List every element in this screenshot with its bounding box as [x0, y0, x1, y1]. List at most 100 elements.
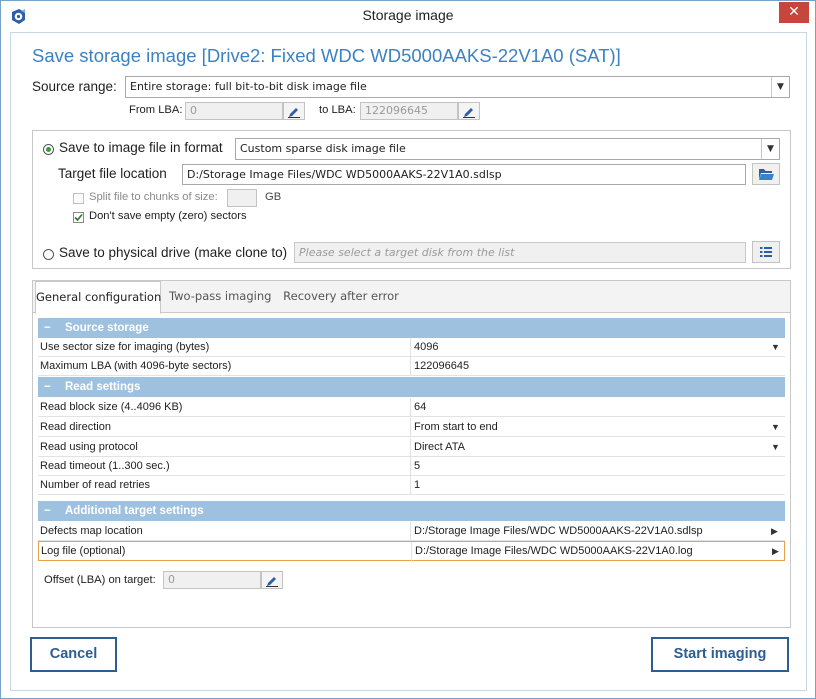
column-divider [410, 357, 411, 376]
split-file-label: Split file to chunks of size: [89, 191, 218, 203]
target-file-input[interactable]: D:/Storage Image Files/WDC WD5000AAKS-22… [182, 164, 746, 185]
to-lba-edit-button[interactable] [458, 102, 480, 120]
row-key: Read timeout (1..300 sec.) [40, 460, 170, 472]
target-disk-input[interactable]: Please select a target disk from the lis… [294, 242, 746, 263]
column-divider [410, 522, 411, 541]
to-lba-input[interactable]: 122096645 [360, 102, 458, 120]
row-value[interactable]: 64 [414, 398, 426, 416]
source-range-value: Entire storage: full bit-to-bit disk ima… [130, 80, 367, 93]
row-value[interactable]: 1 [414, 476, 420, 494]
column-divider [410, 418, 411, 437]
window-title: Storage image [362, 7, 454, 23]
start-imaging-button[interactable]: Start imaging [651, 637, 789, 672]
grid-row-defects-map[interactable]: Defects map location D:/Storage Image Fi… [38, 522, 785, 541]
storage-image-window: Storage image ✕ Save storage image [Driv… [0, 0, 816, 699]
column-divider [410, 457, 411, 476]
settings-tab-panel: General configuration Two-pass imaging R… [32, 280, 791, 628]
grid-row-read-protocol[interactable]: Read using protocol Direct ATA ▼ [38, 438, 785, 457]
collapse-icon[interactable]: − [44, 377, 51, 397]
offset-label: Offset (LBA) on target: [44, 574, 156, 586]
save-to-drive-label: Save to physical drive (make clone to) [59, 245, 288, 260]
grid-row-maximum-lba[interactable]: Maximum LBA (with 4096-byte sectors) 122… [38, 357, 785, 376]
to-lba-label: to LBA: [319, 104, 356, 116]
grid-row-read-timeout[interactable]: Read timeout (1..300 sec.) 5 [38, 457, 785, 476]
image-format-dropdown[interactable]: Custom sparse disk image file ▼ [235, 138, 780, 160]
column-divider [410, 438, 411, 457]
page-title: Save storage image [Drive2: Fixed WDC WD… [32, 45, 621, 66]
section-source-storage[interactable]: − Source storage [38, 318, 785, 338]
tab-general-configuration[interactable]: General configuration [35, 281, 161, 314]
source-range-dropdown[interactable]: Entire storage: full bit-to-bit disk ima… [125, 76, 790, 98]
pencil-icon [463, 108, 475, 118]
checkmark-icon [74, 213, 83, 222]
row-value[interactable]: D:/Storage Image Files/WDC WD5000AAKS-22… [415, 542, 693, 560]
arrow-right-icon[interactable]: ▶ [771, 522, 778, 540]
collapse-icon[interactable]: − [44, 501, 51, 521]
disk-list-button[interactable] [752, 241, 780, 263]
grid-row-sector-size[interactable]: Use sector size for imaging (bytes) 4096… [38, 338, 785, 357]
chevron-down-icon[interactable]: ▼ [771, 438, 780, 456]
column-divider [410, 338, 411, 357]
save-options-group: Save to image file in format Custom spar… [32, 130, 791, 269]
column-divider [411, 542, 412, 561]
column-divider [410, 398, 411, 417]
save-to-file-radio[interactable] [43, 144, 54, 155]
save-to-file-label: Save to image file in format [59, 140, 223, 155]
chevron-down-icon[interactable]: ▼ [771, 77, 789, 97]
close-button[interactable]: ✕ [779, 2, 809, 23]
dialog-content: Save storage image [Drive2: Fixed WDC WD… [10, 32, 807, 691]
offset-edit-button[interactable] [261, 571, 283, 589]
grid-row-read-direction[interactable]: Read direction From start to end ▼ [38, 418, 785, 437]
tab-bar: General configuration Two-pass imaging R… [33, 281, 790, 314]
section-title: Additional target settings [65, 505, 204, 517]
section-additional-target-settings[interactable]: − Additional target settings [38, 501, 785, 521]
save-to-drive-radio[interactable] [43, 249, 54, 260]
row-key: Read using protocol [40, 441, 138, 453]
dont-save-empty-label: Don't save empty (zero) sectors [89, 210, 247, 222]
offset-input[interactable]: 0 [163, 571, 261, 589]
grid-row-read-retries[interactable]: Number of read retries 1 [38, 476, 785, 495]
pencil-icon [288, 108, 300, 118]
section-title: Read settings [65, 381, 141, 393]
image-format-value: Custom sparse disk image file [240, 142, 406, 155]
chevron-down-icon[interactable]: ▼ [761, 139, 779, 159]
row-value[interactable]: 5 [414, 457, 420, 475]
row-value[interactable]: D:/Storage Image Files/WDC WD5000AAKS-22… [414, 522, 703, 540]
grid-row-log-file[interactable]: Log file (optional) D:/Storage Image Fil… [38, 541, 785, 561]
column-divider [410, 476, 411, 495]
folder-open-icon [759, 169, 774, 180]
from-lba-input[interactable]: 0 [185, 102, 283, 120]
from-lba-edit-button[interactable] [283, 102, 305, 120]
row-key: Read block size (4..4096 KB) [40, 401, 183, 413]
row-value[interactable]: 4096 [414, 338, 438, 356]
row-key: Number of read retries [40, 479, 151, 491]
from-lba-label: From LBA: [129, 104, 183, 116]
split-unit-label: GB [265, 191, 282, 203]
row-key: Use sector size for imaging (bytes) [40, 341, 210, 353]
chevron-down-icon[interactable]: ▼ [771, 418, 780, 436]
split-size-input[interactable] [227, 189, 257, 207]
source-range-label: Source range: [32, 79, 117, 94]
browse-folder-button[interactable] [752, 163, 780, 185]
split-file-checkbox[interactable] [73, 193, 84, 204]
row-key: Read direction [40, 421, 111, 433]
collapse-icon[interactable]: − [44, 318, 51, 338]
row-key: Log file (optional) [41, 545, 126, 557]
arrow-right-icon[interactable]: ▶ [772, 542, 779, 560]
tab-recovery-after-error[interactable]: Recovery after error [281, 281, 401, 313]
grid-row-read-block-size[interactable]: Read block size (4..4096 KB) 64 [38, 398, 785, 417]
section-title: Source storage [65, 322, 149, 334]
list-icon [760, 247, 772, 257]
dont-save-empty-checkbox[interactable] [73, 212, 84, 223]
chevron-down-icon[interactable]: ▼ [771, 338, 780, 356]
row-value[interactable]: From start to end [414, 418, 498, 436]
pencil-icon [266, 577, 278, 587]
section-read-settings[interactable]: − Read settings [38, 377, 785, 397]
tab-two-pass-imaging[interactable]: Two-pass imaging [169, 281, 271, 313]
row-value[interactable]: 122096645 [414, 357, 469, 375]
cancel-button[interactable]: Cancel [30, 637, 117, 672]
row-key: Maximum LBA (with 4096-byte sectors) [40, 360, 232, 372]
row-key: Defects map location [40, 525, 143, 537]
target-file-label: Target file location [58, 166, 167, 181]
row-value[interactable]: Direct ATA [414, 438, 465, 456]
